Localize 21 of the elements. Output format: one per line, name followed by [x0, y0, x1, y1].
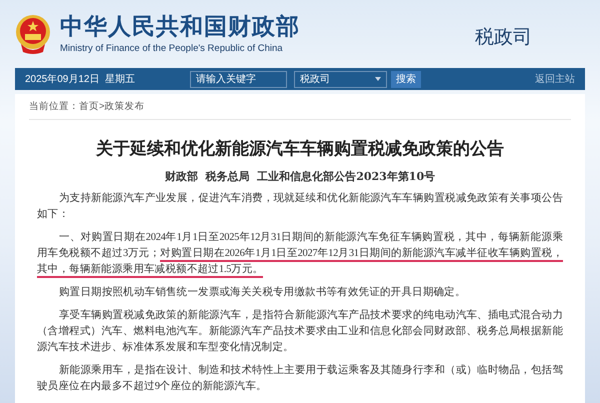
search-field[interactable]: 请输入关键字 — [190, 70, 287, 88]
scope-dropdown[interactable]: 税政司 — [294, 70, 387, 88]
site-title: 中华人民共和国财政部 — [60, 12, 300, 38]
emblem-icon — [15, 14, 51, 54]
breadcrumb-link[interactable]: 首页 — [79, 100, 99, 114]
breadcrumb-link[interactable]: 政策发布 — [104, 100, 145, 114]
paragraph: 为支持新能源汽车产业发展，促进汽车消费，现就延续和优化新能源汽车车辆购置税减免政策有关事项公告如下： — [37, 191, 563, 222]
caret-icon — [375, 77, 381, 81]
home-link[interactable]: 返回主站 — [535, 72, 575, 86]
breadcrumb-text: > — [99, 100, 105, 114]
paragraph: 新能源乘用车，是指在设计、制造和技术特性上主要用于载运乘客及其随身行李和（或）临时物品，包括驾驶员座位在内最多不超过9个座位的新能源汽车。 — [37, 363, 563, 394]
department-name: 税政司 — [475, 26, 532, 50]
date-text: 2025年09月12日 星期五 — [25, 72, 136, 86]
breadcrumb-text: 当前位置： — [29, 100, 79, 114]
paragraph: 享受车辆购置税减免政策的新能源汽车，是指符合新能源汽车产品技术要求的纯电动汽车、插电式混合动力（含增程式）汽车、燃料电池汽车。新能源汽车产品技术要求由工业和信息化部会同财政部、税务总局根据新能源汽车技术进步、标准体系发展和车型变化情况制定。 — [37, 308, 563, 355]
search-button[interactable]: 搜索 — [391, 70, 421, 88]
document-number: 财政部 税务总局 工业和信息化部公告2023年第10号 — [164, 168, 436, 184]
paragraph: 购置日期按照机动车销售统一发票或海关关税专用缴款书等有效凭证的开具日期确定。 — [58, 285, 467, 300]
article-title: 关于延续和优化新能源汽车车辆购置税减免政策的公告 — [94, 138, 505, 160]
paragraph: 一、对购置日期在2024年1月1日至2025年12月31日期间的新能源汽车免征车辆购置税，其中，每辆新能源乘用车免税额不超过3万元；对购置日期在2026年1月1日至2027年12月31日期间的新能源汽车减半征收车辆购置税，其中，每辆新能源乘用车减税额不超过1.5万元。 — [37, 230, 563, 278]
site-subtitle: Ministry of Finance of the People's Republic of China — [60, 42, 284, 56]
